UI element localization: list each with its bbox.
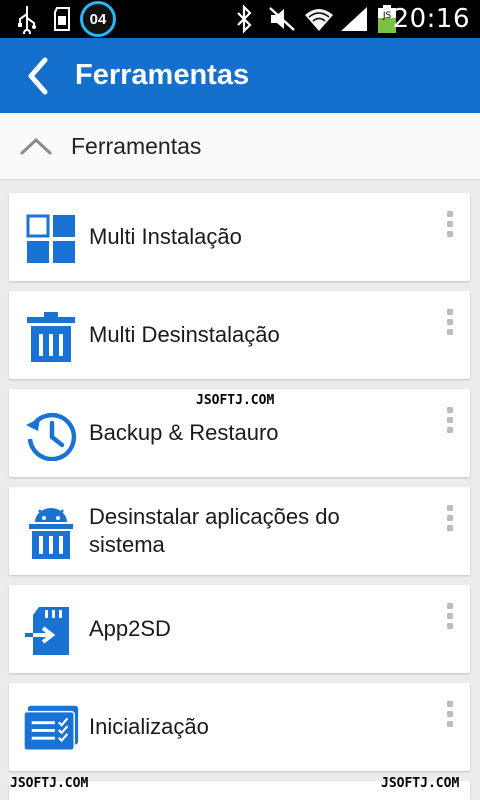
watermark-center: JSOFTJ.COM [196, 393, 275, 408]
tool-item-multi-instalacao[interactable]: Multi Instalação [9, 193, 470, 281]
overflow-menu-icon[interactable] [442, 407, 458, 443]
tool-label: App2SD [89, 616, 171, 641]
watermark-bottom-left: JSOFTJ.COM [10, 776, 89, 791]
overflow-menu-icon[interactable] [442, 701, 458, 737]
app-bar: Ferramentas [0, 38, 480, 113]
tool-label: Inicialização [89, 714, 209, 739]
notification-count: 04 [89, 11, 107, 28]
chevron-up-icon[interactable] [18, 131, 54, 161]
android-trash-icon [29, 508, 73, 559]
startup-list-icon [23, 705, 79, 751]
history-icon [26, 412, 77, 461]
status-time: 20:16 [392, 4, 470, 34]
notification-count-badge: 04 [80, 1, 116, 37]
svg-text:JS: JS [382, 11, 392, 21]
back-button[interactable] [12, 50, 64, 102]
tool-item-inicializacao[interactable]: Inicialização [9, 683, 470, 771]
trash-icon [27, 312, 75, 362]
tool-label: Multi Desinstalação [89, 322, 280, 347]
page-title: Ferramentas [75, 59, 250, 91]
overflow-menu-icon[interactable] [442, 505, 458, 541]
section-header-ferramentas[interactable]: Ferramentas [0, 113, 480, 180]
chevron-left-icon [28, 57, 48, 95]
tool-label: Backup & Restauro [89, 420, 279, 445]
status-bar: 04 JS 20:16 [0, 0, 480, 38]
overflow-menu-icon[interactable] [442, 603, 458, 639]
watermark-bottom-right: JSOFTJ.COM [381, 776, 460, 791]
sd-card-icon [50, 0, 74, 38]
mute-icon [266, 0, 298, 38]
section-title: Ferramentas [71, 133, 202, 159]
bluetooth-icon [232, 0, 256, 38]
overflow-menu-icon[interactable] [442, 211, 458, 247]
tool-item-multi-desinstalacao[interactable]: Multi Desinstalação [9, 291, 470, 379]
wifi-icon [302, 0, 336, 38]
tool-label: Desinstalar aplicações do sistema [89, 504, 340, 557]
usb-icon [14, 0, 40, 38]
overflow-menu-icon[interactable] [442, 309, 458, 345]
tool-label: Multi Instalação [89, 224, 242, 249]
grid-icon [26, 214, 75, 263]
signal-icon [338, 0, 370, 38]
tool-item-app2sd[interactable]: App2SD [9, 585, 470, 673]
tool-item-desinstalar-sistema[interactable]: Desinstalar aplicações do sistema [9, 487, 470, 575]
sd-card-move-icon [25, 607, 69, 655]
